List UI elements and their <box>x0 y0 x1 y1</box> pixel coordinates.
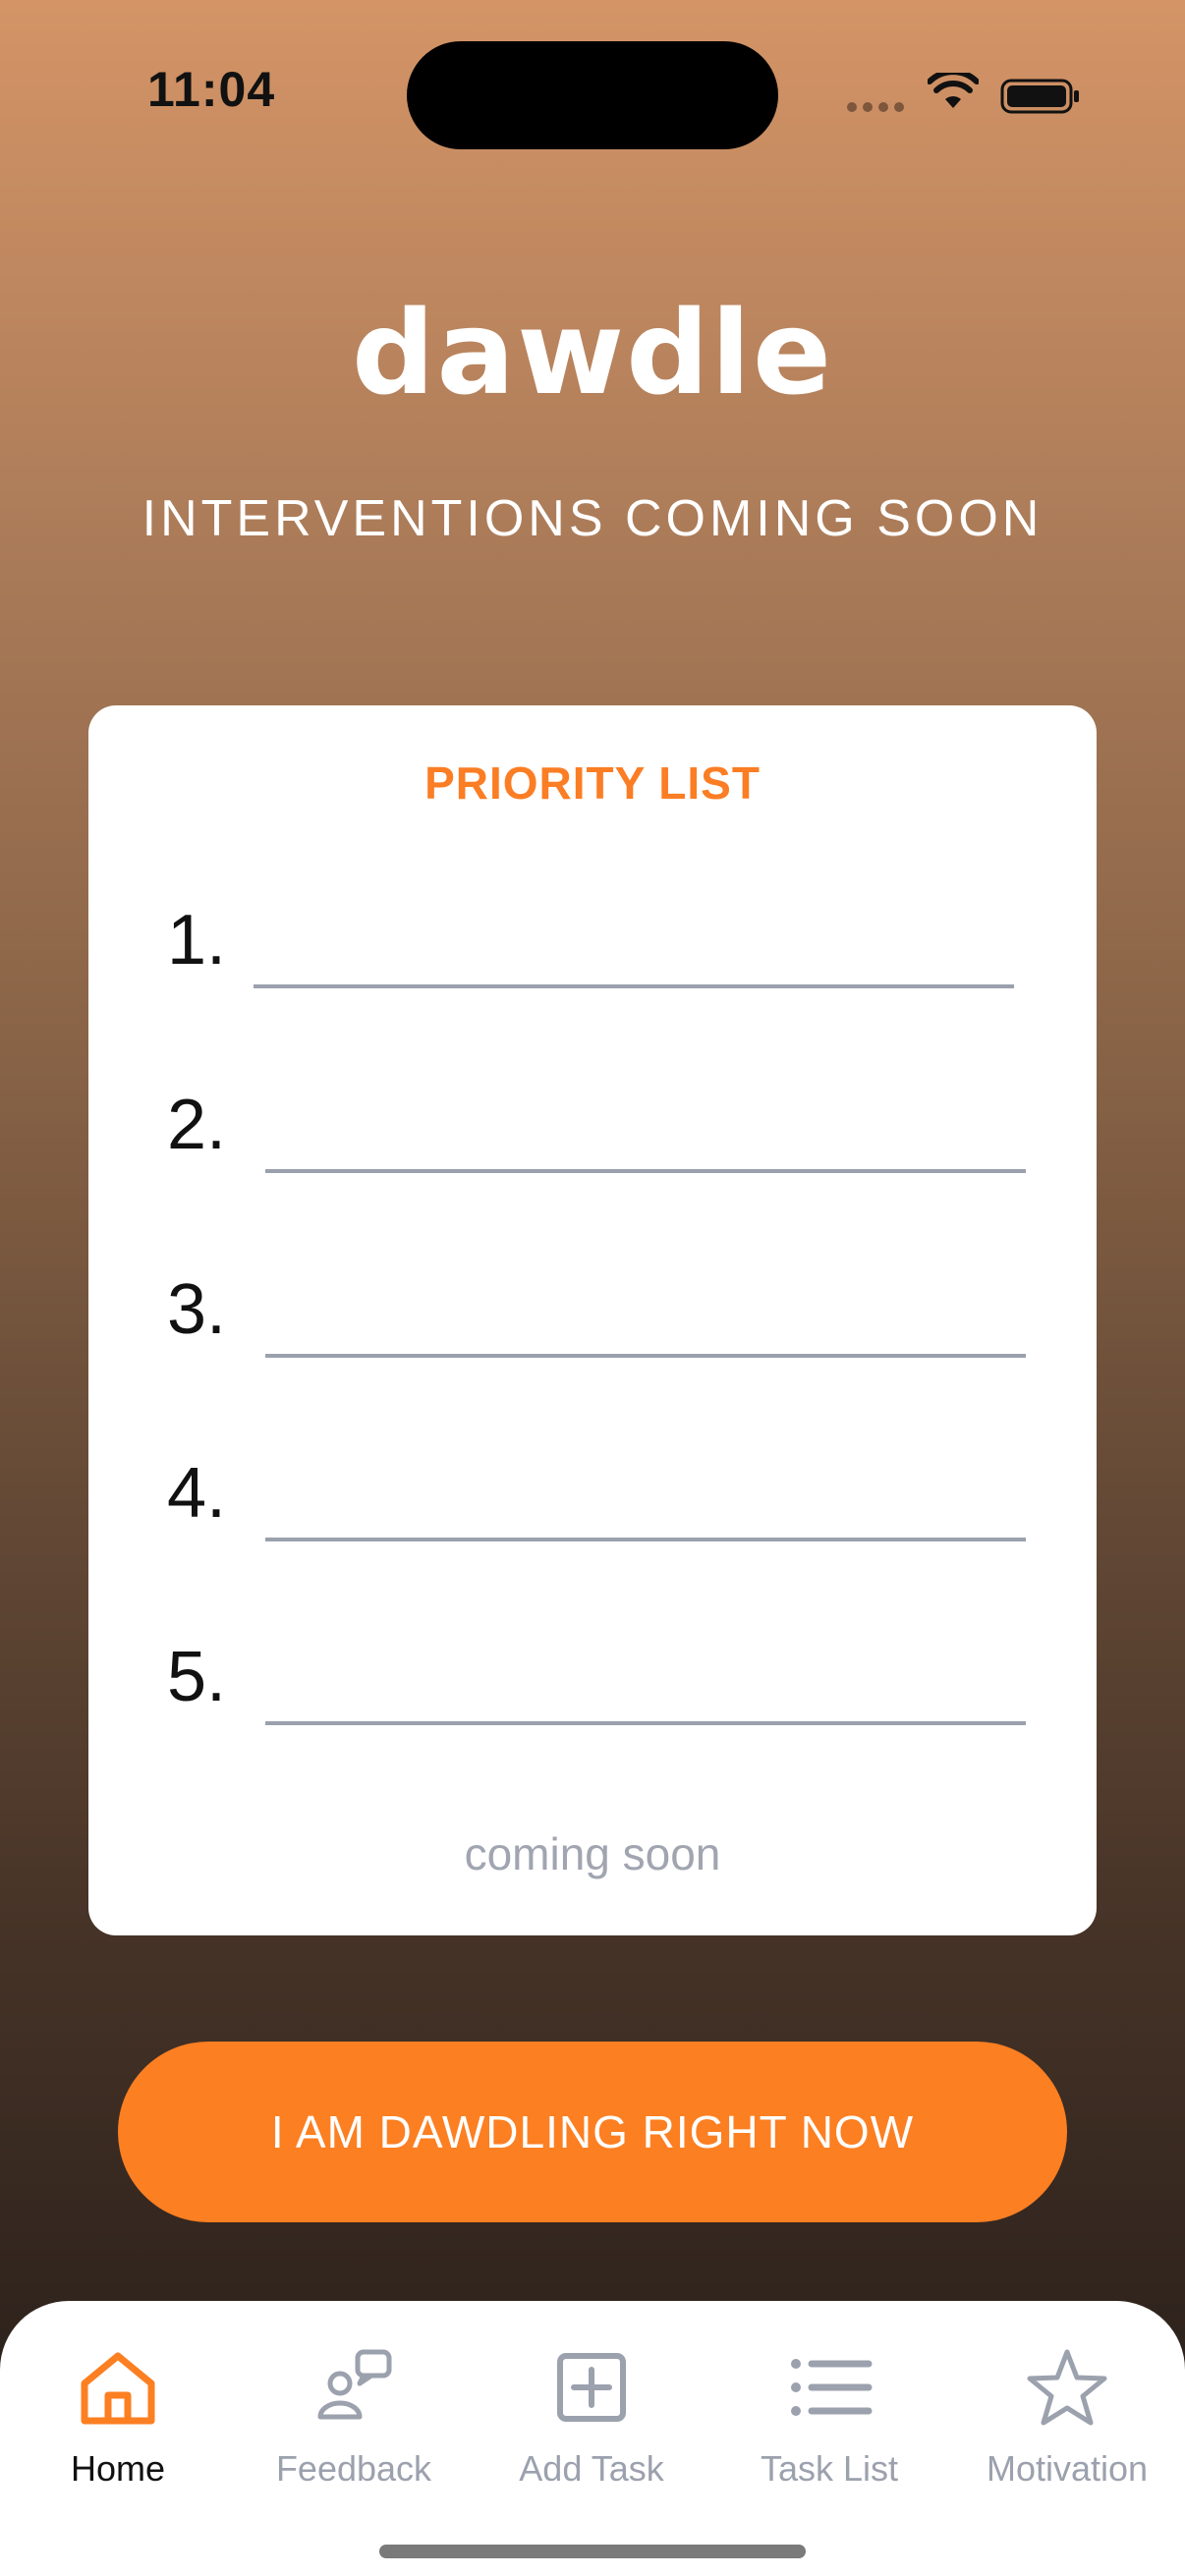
cellular-signal-icon <box>847 102 904 112</box>
wifi-icon <box>928 73 979 108</box>
add-task-icon <box>557 2353 626 2422</box>
priority-input-line[interactable] <box>265 1354 1026 1358</box>
feedback-icon <box>317 2349 392 2420</box>
bottom-tab-bar: Home Feedback Add Task Task List Motivat… <box>0 2301 1185 2576</box>
dynamic-island <box>407 41 778 149</box>
tab-feedback[interactable]: Feedback <box>236 2344 472 2511</box>
tab-label: Feedback <box>275 2448 432 2489</box>
priority-input-line[interactable] <box>265 1169 1026 1173</box>
priority-number: 4. <box>167 1454 227 1533</box>
priority-number: 2. <box>167 1086 227 1164</box>
priority-item-4: 4. <box>88 1428 1097 1545</box>
tab-motivation[interactable]: Motivation <box>949 2344 1185 2511</box>
tab-label: Add Task <box>519 2448 664 2489</box>
priority-input-line[interactable] <box>254 984 1014 988</box>
priority-list-card: PRIORITY LIST 1. 2. 3. 4. 5. coming soon <box>88 705 1097 1935</box>
coming-soon-label: coming soon <box>464 1828 721 1879</box>
interventions-subtitle: INTERVENTIONS COMING SOON <box>141 490 1044 547</box>
priority-item-2: 2. <box>88 1059 1097 1177</box>
priority-item-1: 1. <box>88 874 1097 992</box>
battery-icon <box>1000 79 1079 114</box>
priority-input-line[interactable] <box>265 1721 1026 1725</box>
priority-list-title: PRIORITY LIST <box>424 757 761 809</box>
home-icon <box>81 2352 155 2425</box>
app-logo: dawdle <box>351 285 834 420</box>
priority-number: 1. <box>167 901 227 980</box>
tab-label: Home <box>70 2448 166 2489</box>
tab-task-list[interactable]: Task List <box>711 2344 947 2511</box>
home-indicator <box>379 2545 806 2558</box>
tab-home[interactable]: Home <box>0 2344 236 2511</box>
home-screen: 11:04 dawdle INTERVENTIONS COMING SOON P… <box>0 0 1185 2576</box>
priority-number: 3. <box>167 1270 227 1349</box>
priority-item-5: 5. <box>88 1611 1097 1729</box>
priority-number: 5. <box>167 1638 227 1716</box>
priority-item-3: 3. <box>88 1244 1097 1362</box>
star-icon <box>1027 2349 1107 2426</box>
status-time: 11:04 <box>147 62 276 117</box>
priority-input-line[interactable] <box>265 1538 1026 1541</box>
tab-add-task[interactable]: Add Task <box>474 2344 709 2511</box>
task-list-icon <box>791 2359 873 2416</box>
tab-label: Task List <box>760 2448 899 2489</box>
dawdling-now-button[interactable]: I AM DAWDLING RIGHT NOW <box>118 2042 1067 2222</box>
tab-label: Motivation <box>986 2448 1149 2489</box>
